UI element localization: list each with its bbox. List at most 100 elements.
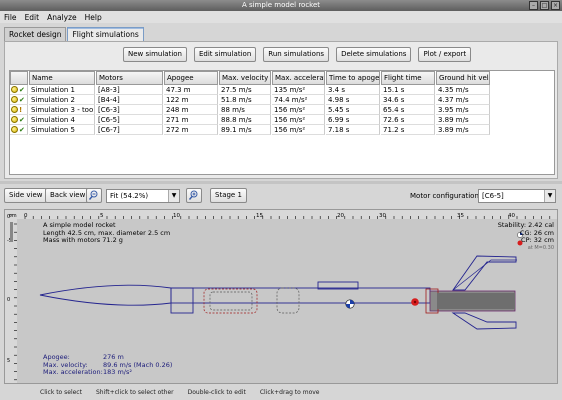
table-cell-tta: 3.4 s: [326, 85, 380, 95]
window-titlebar: A simple model rocket – □ ×: [0, 0, 562, 11]
warning-icon: !: [19, 105, 23, 114]
column-header-ground-hit-velocity[interactable]: Ground hit vel...: [436, 71, 490, 85]
tab-rocket-design[interactable]: Rocket design: [4, 27, 67, 41]
tab-flight-simulations[interactable]: Flight simulations: [67, 27, 144, 41]
table-cell-vel: 51.8 m/s: [219, 95, 271, 105]
rocket-figure-canvas[interactable]: cm 0 5 10 15 20 25 30 35 40 0° -5 0 5: [4, 209, 558, 384]
table-cell-ft: 71.2 s: [381, 125, 435, 135]
column-header-apogee[interactable]: Apogee: [164, 71, 218, 85]
ruler-label-v0: 0: [7, 297, 10, 303]
fin-top[interactable]: [452, 255, 517, 291]
simulations-panel: New simulation Edit simulation Run simul…: [4, 41, 558, 179]
checkmark-icon: ✔: [19, 95, 25, 104]
menu-help[interactable]: Help: [84, 13, 103, 22]
panel-splitter[interactable]: [0, 181, 562, 184]
zoom-select[interactable]: Fit (54.2%) ▼: [106, 189, 180, 203]
checkmark-icon: ✔: [19, 85, 25, 94]
simulations-table: Name Motors Apogee Max. velocity Max. ac…: [9, 70, 555, 175]
table-cell-apogee: 271 m: [164, 115, 218, 125]
table-cell-motors: [B4-4]: [96, 95, 163, 105]
menu-analyze[interactable]: Analyze: [46, 13, 78, 22]
new-simulation-button[interactable]: New simulation: [123, 47, 187, 62]
ruler-label-v5: 5: [7, 358, 10, 364]
column-header-motors[interactable]: Motors: [96, 71, 163, 85]
column-header-max-velocity[interactable]: Max. velocity: [219, 71, 271, 85]
table-cell-name: Simulation 4: [29, 115, 95, 125]
rocket-info: A simple model rocket Length 42.5 cm, ma…: [43, 221, 170, 245]
zoom-out-icon: [88, 190, 98, 200]
cp-marker: [411, 298, 419, 306]
ruler-label-15: 15: [256, 213, 263, 219]
table-cell-vel: 88 m/s: [219, 105, 271, 115]
fin-side: [452, 259, 517, 291]
parachute[interactable]: [203, 288, 258, 314]
table-cell-acc: 135 m/s²: [272, 85, 325, 95]
status-cell: ✔: [10, 125, 28, 135]
column-header-max-acceleration[interactable]: Max. accelerat...: [272, 71, 325, 85]
table-row[interactable]: ✔ Simulation 2 [B4-4] 122 m 51.8 m/s 74.4 m/s…: [10, 95, 554, 105]
table-cell-ft: 65.4 s: [381, 105, 435, 115]
ruler-label-0: 0: [24, 213, 28, 219]
run-simulations-button[interactable]: Run simulations: [263, 47, 330, 62]
stage-1-button[interactable]: Stage 1: [210, 188, 247, 203]
status-hint-move: Click+drag to move: [259, 389, 320, 396]
side-view-button[interactable]: Side view: [4, 188, 48, 203]
table-cell-vel: 89.1 m/s: [219, 125, 271, 135]
table-cell-vel: 88.8 m/s: [219, 115, 271, 125]
back-view-button[interactable]: Back view: [45, 188, 91, 203]
status-cell: ✔: [10, 115, 28, 125]
edit-simulation-button[interactable]: Edit simulation: [193, 47, 257, 62]
table-row[interactable]: ! Simulation 3 - too s...[C6-3]248 m88 m/…: [10, 105, 554, 115]
column-header-status[interactable]: [10, 71, 28, 85]
design-toolbar: Side view Back view Fit (54.2%) ▼ Stage …: [0, 186, 562, 206]
fin-bottom[interactable]: [451, 312, 517, 330]
ruler-label-35: 35: [457, 213, 464, 219]
table-cell-ghv: 3.89 m/s: [436, 125, 490, 135]
ruler-label-30: 30: [379, 213, 386, 219]
rocket-mass: Mass with motors 71.2 g: [43, 236, 123, 244]
delete-simulations-button[interactable]: Delete simulations: [336, 47, 412, 62]
shock-cord[interactable]: [209, 291, 253, 311]
table-cell-motors: [C6-5]: [96, 115, 163, 125]
table-cell-acc: 74.4 m/s²: [272, 95, 325, 105]
ruler-label-40: 40: [508, 213, 515, 219]
column-header-time-to-apogee[interactable]: Time to apogee: [326, 71, 380, 85]
table-cell-ft: 15.1 s: [381, 85, 435, 95]
table-cell-apogee: 122 m: [164, 95, 218, 105]
max-acceleration-value: 183 m/s²: [103, 368, 132, 376]
table-row[interactable]: ✔ Simulation 1 [A8-3] 47.3 m 27.5 m/s 135 m/s…: [10, 85, 554, 95]
table-row[interactable]: ✔ Simulation 5 [C6-7] 272 m 89.1 m/s 156 m/s²…: [10, 125, 554, 135]
plot-export-button[interactable]: Plot / export: [418, 47, 472, 62]
close-button[interactable]: ×: [551, 1, 560, 10]
status-cell: ✔: [10, 95, 28, 105]
menu-file[interactable]: File: [3, 13, 18, 22]
cp-value: CP: 32 cm: [521, 236, 554, 244]
table-cell-ghv: 3.95 m/s: [436, 105, 490, 115]
table-cell-apogee: 248 m: [164, 105, 218, 115]
minimize-button[interactable]: –: [529, 1, 538, 10]
rotation-slider[interactable]: [10, 222, 13, 242]
zoom-in-button[interactable]: [186, 188, 202, 203]
column-header-name[interactable]: Name: [29, 71, 95, 85]
motor-casing: [437, 293, 515, 309]
ruler-label-5: 5: [100, 213, 104, 219]
table-cell-tta: 4.98 s: [326, 95, 380, 105]
table-cell-ft: 72.6 s: [381, 115, 435, 125]
status-cell: ✔: [10, 85, 28, 95]
table-row[interactable]: ✔ Simulation 4 [C6-5] 271 m 88.8 m/s 156 m/s²…: [10, 115, 554, 125]
column-header-flight-time[interactable]: Flight time: [381, 71, 435, 85]
table-cell-acc: 156 m/s²: [272, 125, 325, 135]
bulkhead-ring[interactable]: [170, 287, 194, 314]
nose-cone[interactable]: [39, 284, 172, 306]
status-cell: !: [10, 105, 28, 115]
status-hint-edit: Double-click to edit: [187, 389, 246, 396]
nose-cone-shoulder[interactable]: [276, 287, 300, 314]
motor-configuration-select[interactable]: [C6-5] ▼: [478, 189, 556, 203]
table-cell-motors: [A8-3]: [96, 85, 163, 95]
table-cell-acc: 156 m/s²: [272, 105, 325, 115]
zoom-out-button[interactable]: [86, 188, 102, 203]
status-hint-select: Click to select: [40, 389, 82, 396]
maximize-button[interactable]: □: [540, 1, 549, 10]
motor-configuration-label: Motor configuration:: [410, 192, 482, 200]
menu-edit[interactable]: Edit: [24, 13, 41, 22]
